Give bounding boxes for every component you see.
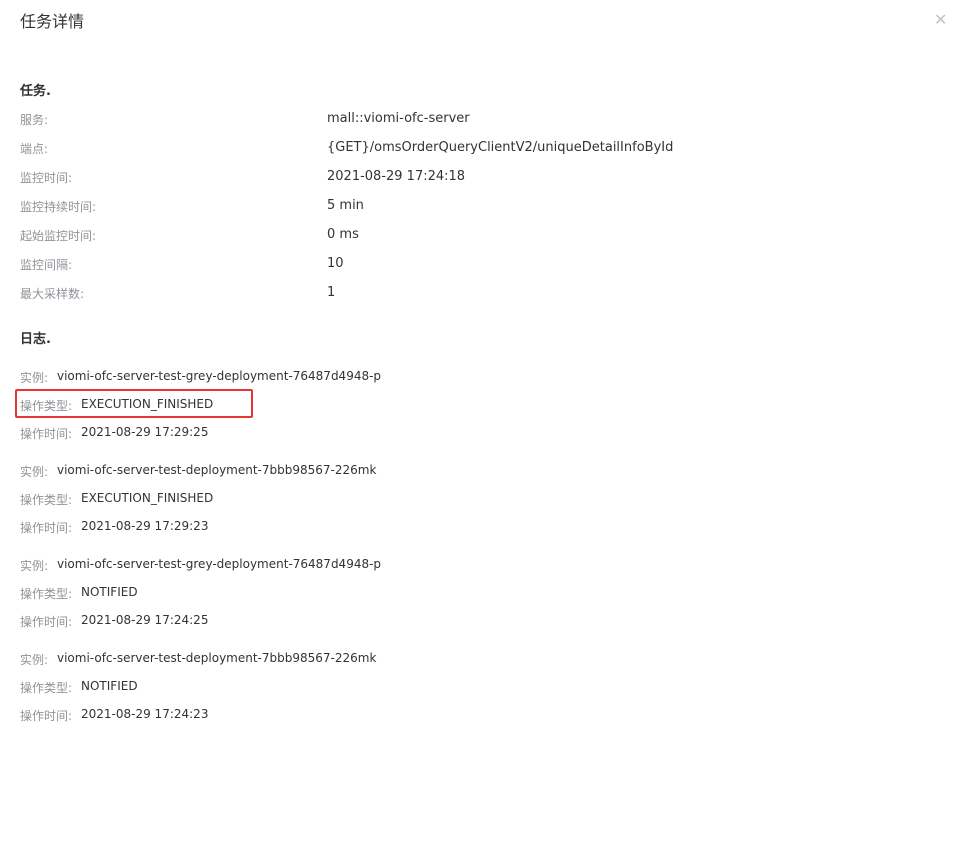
log-instance-label: 实例: [20,653,49,667]
log-time-value: 2021-08-29 17:29:25 [81,425,209,439]
monitor-duration-label: 监控持续时间: [20,200,97,214]
start-monitor-time-label: 起始监控时间: [20,229,97,243]
log-instance-value: viomi-ofc-server-test-deployment-7bbb985… [57,463,377,477]
monitor-interval-value: 10 [327,256,344,271]
task-section-title: 任务. [20,84,51,99]
monitor-time-value: 2021-08-29 17:24:18 [327,169,466,184]
monitor-time-label: 监控时间: [20,171,73,185]
service-label: 服务: [20,113,49,127]
log-instance-label: 实例: [20,371,49,385]
logs-section-title: 日志. [20,332,51,347]
log-type-label: 操作类型: [20,493,73,507]
log-type-label: 操作类型: [20,681,73,695]
log-instance-label: 实例: [20,559,49,573]
close-icon[interactable]: ✕ [934,10,947,30]
log-instance-value: viomi-ofc-server-test-deployment-7bbb985… [57,651,377,665]
service-value: mall::viomi-ofc-server [327,111,470,126]
highlight-box [15,389,253,418]
endpoint-value: {GET}/omsOrderQueryClientV2/uniqueDetail… [327,140,674,155]
log-type-value: NOTIFIED [81,679,138,693]
log-type-value: NOTIFIED [81,585,138,599]
log-time-label: 操作时间: [20,427,73,441]
max-samples-value: 1 [327,285,336,300]
start-monitor-time-value: 0 ms [327,227,359,242]
log-time-label: 操作时间: [20,615,73,629]
monitor-interval-label: 监控间隔: [20,258,73,272]
log-time-value: 2021-08-29 17:29:23 [81,519,209,533]
log-time-value: 2021-08-29 17:24:25 [81,613,209,627]
log-instance-label: 实例: [20,465,49,479]
monitor-duration-value: 5 min [327,198,364,213]
log-time-value: 2021-08-29 17:24:23 [81,707,209,721]
log-instance-value: viomi-ofc-server-test-grey-deployment-76… [57,369,382,383]
log-type-value: EXECUTION_FINISHED [81,491,214,505]
log-type-label: 操作类型: [20,587,73,601]
log-instance-value: viomi-ofc-server-test-grey-deployment-76… [57,557,382,571]
log-time-label: 操作时间: [20,709,73,723]
dialog-title: 任务详情 [20,12,85,31]
log-time-label: 操作时间: [20,521,73,535]
endpoint-label: 端点: [20,142,49,156]
max-samples-label: 最大采样数: [20,287,85,301]
